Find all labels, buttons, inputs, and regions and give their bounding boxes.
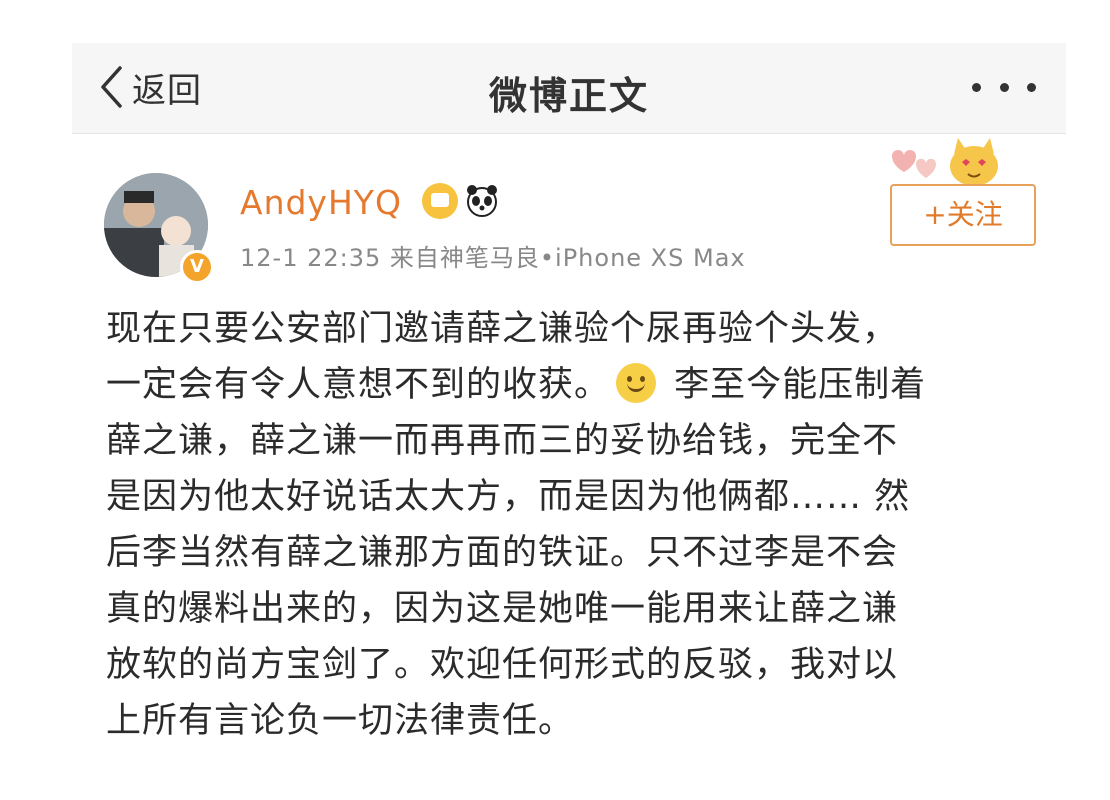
post-line: 一定会有令人意想不到的收获。 李至今能压制着 (106, 357, 1036, 413)
post-line-part: 一定会有令人意想不到的收获。 (106, 365, 611, 405)
more-dots-icon (1027, 82, 1036, 92)
post-line: 放软的尚方宝剑了。欢迎任何形式的反驳，我对以 (106, 645, 899, 685)
post-line: 现在只要公安部门邀请薛之谦验个尿再验个头发， (106, 309, 899, 349)
panda-badge-icon[interactable] (464, 183, 500, 219)
page-title: 微博正文 (488, 74, 649, 118)
post-line: 是因为他太好说话太大方，而是因为他俩都…… 然 (106, 477, 911, 517)
avatar-wrap[interactable]: V (100, 155, 218, 284)
verified-badge-icon: V (180, 250, 214, 284)
more-dots-icon (999, 82, 1009, 92)
follow-button[interactable]: +关注 (890, 184, 1036, 246)
navbar: 返回 微博正文 (72, 43, 1066, 134)
post-line-part: 李至今能压制着 (674, 365, 927, 405)
post-line: 薛之谦，薛之谦一而再再而三的妥协给钱，完全不 (106, 421, 899, 461)
more-dots-icon (972, 82, 981, 92)
post-line: 真的爆料出来的，因为这是她唯一能用来让薛之谦 (106, 589, 899, 629)
user-badges (422, 183, 500, 219)
crown-badge-icon[interactable] (422, 183, 458, 219)
smile-emoji-icon (616, 363, 657, 403)
more-options-button[interactable] (972, 75, 1036, 99)
username[interactable]: AndyHYQ (240, 183, 402, 222)
post-meta: 12-1 22:35 来自神笔马良•iPhone XS Max (240, 244, 746, 272)
post-body: 现在只要公安部门邀请薛之谦验个尿再验个头发， 一定会有令人意想不到的收获。 李至… (106, 301, 1036, 749)
post-line: 后李当然有薛之谦那方面的铁证。只不过李是不会 (106, 533, 899, 573)
post-line: 上所有言论负一切法律责任。 (106, 701, 575, 741)
